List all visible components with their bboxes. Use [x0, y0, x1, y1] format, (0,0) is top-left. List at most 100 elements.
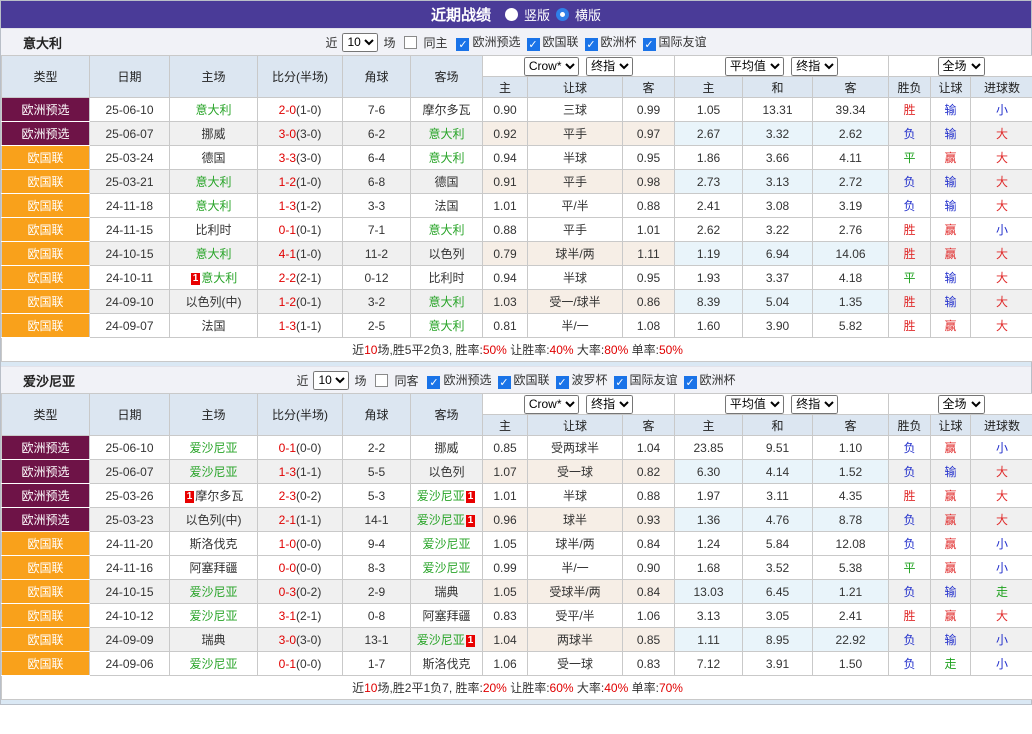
team-name-link[interactable]: 爱沙尼亚: [422, 537, 470, 551]
avg-away-odds-cell: 3.19: [813, 194, 889, 218]
team-name-link[interactable]: 爱沙尼亚: [189, 465, 237, 479]
average-stage-select[interactable]: 终指: [791, 395, 838, 414]
score-cell[interactable]: 3-0(3-0): [258, 628, 343, 652]
crow-home-odds-cell: 1.05: [483, 580, 528, 604]
score-cell[interactable]: 0-1(0-0): [258, 436, 343, 460]
team-name-link[interactable]: 挪威: [434, 441, 458, 455]
team-name-link[interactable]: 比利时: [195, 223, 231, 237]
team-name-link[interactable]: 法国: [434, 199, 458, 213]
team-name-link[interactable]: 爱沙尼亚: [417, 513, 465, 527]
league-label: 欧国联: [514, 373, 550, 387]
average-stage-select[interactable]: 终指: [791, 57, 838, 76]
league-checkbox[interactable]: ✓: [684, 376, 697, 389]
vertical-layout-radio[interactable]: [505, 8, 518, 21]
league-checkbox[interactable]: ✓: [427, 376, 440, 389]
team-name-link[interactable]: 意大利: [428, 127, 464, 141]
match-count-select[interactable]: 10: [313, 371, 349, 390]
score-fulltime: 4-1: [279, 247, 296, 261]
team-name-link[interactable]: 摩尔多瓦: [422, 103, 470, 117]
league-checkbox[interactable]: ✓: [556, 376, 569, 389]
team-name-link[interactable]: 意大利: [195, 175, 231, 189]
score-fulltime: 3-0: [279, 633, 296, 647]
result-text: 赢: [945, 441, 957, 455]
score-cell[interactable]: 0-3(0-2): [258, 580, 343, 604]
team-name-link[interactable]: 以色列: [428, 465, 464, 479]
league-checkbox[interactable]: ✓: [614, 376, 627, 389]
score-cell[interactable]: 3-3(3-0): [258, 146, 343, 170]
team-name-link[interactable]: 爱沙尼亚: [417, 489, 465, 503]
score-cell[interactable]: 4-1(1-0): [258, 242, 343, 266]
league-checkbox[interactable]: ✓: [643, 38, 656, 51]
same-venue-checkbox[interactable]: [375, 374, 388, 387]
team-name-link[interactable]: 斯洛伐克: [189, 537, 237, 551]
avg-home-odds-cell: 6.30: [675, 460, 743, 484]
score-cell[interactable]: 1-0(0-0): [258, 532, 343, 556]
team-name-link[interactable]: 意大利: [428, 295, 464, 309]
team-name-link[interactable]: 德国: [201, 151, 225, 165]
fulltime-select[interactable]: 全场: [938, 395, 985, 414]
horizontal-layout-label[interactable]: 横版: [575, 5, 601, 24]
team-name-link[interactable]: 法国: [201, 319, 225, 333]
score-halftime: (0-1): [296, 295, 321, 309]
team-name-link[interactable]: 意大利: [195, 199, 231, 213]
team-name-link[interactable]: 意大利: [195, 247, 231, 261]
team-name-link[interactable]: 瑞典: [201, 633, 225, 647]
team-name-link[interactable]: 以色列(中): [186, 295, 242, 309]
bookmaker-stage-select[interactable]: 终指: [586, 57, 633, 76]
match-count-select[interactable]: 10: [342, 33, 378, 52]
score-cell[interactable]: 0-0(0-0): [258, 556, 343, 580]
bookmaker-select[interactable]: Crow*: [524, 395, 579, 414]
fulltime-select[interactable]: 全场: [938, 57, 985, 76]
league-checkbox[interactable]: ✓: [456, 38, 469, 51]
result-text: 负: [904, 513, 916, 527]
team-name-link[interactable]: 意大利: [195, 103, 231, 117]
team-name-link[interactable]: 爱沙尼亚: [422, 561, 470, 575]
score-cell[interactable]: 1-3(1-1): [258, 314, 343, 338]
same-venue-checkbox[interactable]: [404, 36, 417, 49]
team-name-link[interactable]: 意大利: [428, 151, 464, 165]
team-name-link[interactable]: 以色列(中): [186, 513, 242, 527]
score-cell[interactable]: 1-2(0-1): [258, 290, 343, 314]
team-name-link[interactable]: 德国: [434, 175, 458, 189]
team-name-link[interactable]: 爱沙尼亚: [189, 657, 237, 671]
team-name-link[interactable]: 比利时: [428, 271, 464, 285]
team-name-link[interactable]: 意大利: [201, 271, 237, 285]
team-name-link[interactable]: 斯洛伐克: [422, 657, 470, 671]
team-name-link[interactable]: 爱沙尼亚: [189, 585, 237, 599]
team-name-link[interactable]: 爱沙尼亚: [189, 609, 237, 623]
league-checkbox[interactable]: ✓: [527, 38, 540, 51]
team-name-link[interactable]: 瑞典: [434, 585, 458, 599]
score-cell[interactable]: 2-1(1-1): [258, 508, 343, 532]
team-name-link[interactable]: 以色列: [428, 247, 464, 261]
league-checkbox[interactable]: ✓: [585, 38, 598, 51]
score-cell[interactable]: 0-1(0-1): [258, 218, 343, 242]
bookmaker-stage-select[interactable]: 终指: [586, 395, 633, 414]
team-name-link[interactable]: 意大利: [428, 319, 464, 333]
league-checkbox[interactable]: ✓: [498, 376, 511, 389]
score-cell[interactable]: 3-1(2-1): [258, 604, 343, 628]
team-name-link[interactable]: 摩尔多瓦: [195, 489, 243, 503]
horizontal-layout-radio[interactable]: [556, 8, 569, 21]
team-name-link[interactable]: 阿塞拜疆: [422, 609, 470, 623]
vertical-layout-label[interactable]: 竖版: [524, 5, 550, 24]
result-cell: 负: [889, 628, 931, 652]
score-cell[interactable]: 1-3(1-2): [258, 194, 343, 218]
date-cell: 24-10-15: [90, 580, 170, 604]
average-select[interactable]: 平均值: [725, 395, 784, 414]
team-name-link[interactable]: 爱沙尼亚: [189, 441, 237, 455]
score-cell[interactable]: 0-1(0-0): [258, 652, 343, 676]
score-cell[interactable]: 2-2(2-1): [258, 266, 343, 290]
crow-handicap-cell: 球半/两: [528, 242, 623, 266]
score-cell[interactable]: 1-3(1-1): [258, 460, 343, 484]
score-cell[interactable]: 2-3(0-2): [258, 484, 343, 508]
team-name-link[interactable]: 阿塞拜疆: [189, 561, 237, 575]
score-halftime: (0-1): [296, 223, 321, 237]
team-name-link[interactable]: 意大利: [428, 223, 464, 237]
average-select[interactable]: 平均值: [725, 57, 784, 76]
team-name-link[interactable]: 爱沙尼亚: [417, 633, 465, 647]
score-cell[interactable]: 1-2(1-0): [258, 170, 343, 194]
score-cell[interactable]: 3-0(3-0): [258, 122, 343, 146]
score-cell[interactable]: 2-0(1-0): [258, 98, 343, 122]
bookmaker-select[interactable]: Crow*: [524, 57, 579, 76]
team-name-link[interactable]: 挪威: [201, 127, 225, 141]
